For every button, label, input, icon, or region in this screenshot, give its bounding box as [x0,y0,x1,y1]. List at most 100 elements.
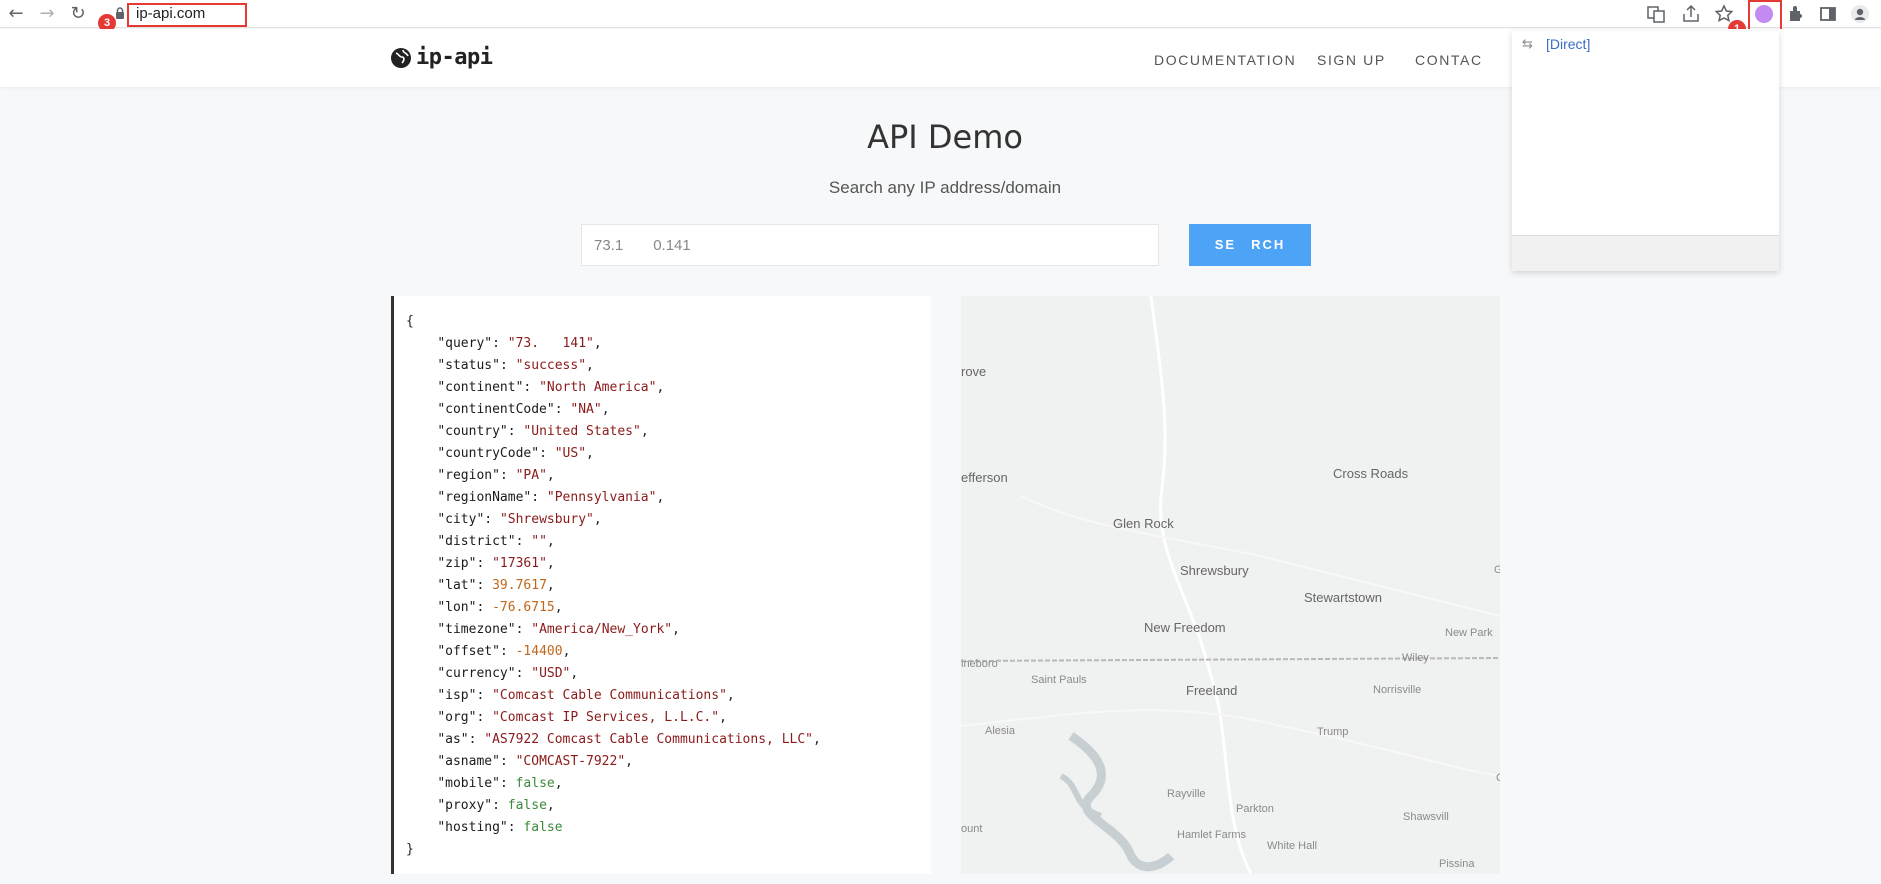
json-line: "continent": "North America", [437,380,665,395]
json-value: "COMCAST-7922" [515,754,626,769]
nav-documentation[interactable]: DOCUMENTATION [1154,52,1296,68]
map-terrain [961,296,1500,874]
map-label: New Freedom [1144,620,1226,635]
json-key: "continentCode" [437,402,555,417]
json-key: "zip" [437,556,477,571]
site-logo[interactable]: ip-api [390,45,493,70]
json-line: "isp": "Comcast Cable Communications", [437,688,735,703]
reload-icon[interactable]: ↻ [68,4,88,24]
map-label: White Hall [1267,840,1318,852]
json-key: "offset" [437,644,500,659]
json-key: "asname" [437,754,500,769]
json-line: "region": "PA", [437,468,555,483]
share-icon[interactable] [1680,3,1702,25]
map-label: Saint Pauls [1031,674,1087,686]
profile-avatar-icon[interactable] [1849,3,1871,25]
location-map[interactable]: rove efferson Cross Roads Glen Rock Shre… [961,296,1500,874]
popup-footer [1512,235,1779,271]
json-key: "query" [437,336,493,351]
translate-icon[interactable] [1645,3,1667,25]
json-value: "Comcast Cable Communications" [492,688,727,703]
json-key: "country" [437,424,508,439]
json-value: "Shrewsbury" [499,512,594,527]
json-value: "America/New_York" [531,622,673,637]
json-value: -14400 [515,644,563,659]
map-label: Alesia [985,725,1015,737]
search-button[interactable]: SE RCH [1189,224,1311,266]
json-value: "USD" [531,666,571,681]
json-line: "countryCode": "US", [437,446,594,461]
map-label: Rayville [1167,788,1206,800]
json-value: "Comcast IP Services, L.L.C." [492,710,720,725]
json-value: "AS7922 Comcast Cable Communications, LL… [484,732,814,747]
json-open-brace: { [406,314,414,329]
json-key: "isp" [437,688,477,703]
logo-text: ip-api [416,45,493,70]
json-line: "district": "", [437,534,555,549]
map-label: Glen Rock [1113,516,1174,531]
json-value: false [507,798,547,813]
map-label: Freeland [1186,683,1238,698]
json-key: "lat" [437,578,477,593]
json-line: "offset": -14400, [437,644,571,659]
json-key: "timezone" [437,622,516,637]
json-key: "regionName" [437,490,532,505]
json-line: "country": "United States", [437,424,649,439]
map-label: Hamlet Farms [1177,829,1247,841]
map-label: Shrewsbury [1180,563,1249,578]
map-label: Shawsvill [1403,811,1449,823]
nav-contact[interactable]: CONTAC [1415,52,1483,68]
json-value: "PA" [515,468,547,483]
json-line: "as": "AS7922 Comcast Cable Communicatio… [437,732,821,747]
json-key: "status" [437,358,500,373]
map-label: New Park [1445,627,1493,639]
json-line: "zip": "17361", [437,556,555,571]
proxy-extension-icon[interactable] [1755,5,1773,23]
json-line: "regionName": "Pennsylvania", [437,490,665,505]
side-panel-icon[interactable] [1817,3,1839,25]
json-value: "United States" [523,424,641,439]
map-label: ineboro [961,658,998,670]
json-key: "org" [437,710,477,725]
map-label: Norrisville [1373,684,1422,696]
json-value: false [515,776,555,791]
proxy-extension-popup: ⇆ [Direct] [1512,31,1779,271]
json-close-brace: } [406,842,414,857]
map-label: Wiley [1402,652,1429,664]
json-value: "17361" [492,556,547,571]
forward-icon[interactable]: → [37,4,57,24]
browser-toolbar: ← → ↻ 3 ip-api.com 1 [0,0,1881,38]
json-value: 39.7617 [492,578,547,593]
swap-icon: ⇆ [1522,37,1533,52]
json-key: "region" [437,468,500,483]
json-line: "org": "Comcast IP Services, L.L.C.", [437,710,727,725]
json-key: "countryCode" [437,446,540,461]
back-icon[interactable]: ← [6,4,26,24]
map-label: Stewartstown [1304,590,1383,605]
json-line: "proxy": false, [437,798,555,813]
lock-icon[interactable] [113,6,127,20]
nav-sign-up[interactable]: SIGN UP [1317,52,1386,68]
map-label: Pissina [1439,858,1475,870]
json-key: "lon" [437,600,477,615]
extensions-puzzle-icon[interactable] [1785,3,1807,25]
json-value: "" [531,534,547,549]
json-value: "North America" [539,380,657,395]
json-value: false [523,820,563,835]
map-label: efferson [961,470,1008,485]
map-label: Cross Roads [1333,466,1409,481]
json-line: "hosting": false [437,820,563,835]
json-key: "proxy" [437,798,493,813]
map-label: ount [961,823,983,835]
json-key: "currency" [437,666,516,681]
json-key: "city" [437,512,485,527]
json-line: "timezone": "America/New_York", [437,622,680,637]
json-value: "success" [515,358,587,373]
address-bar[interactable]: ip-api.com [136,5,205,22]
map-label: C [1496,772,1500,784]
proxy-option-direct[interactable]: [Direct] [1546,36,1590,52]
json-value: "US" [554,446,587,461]
json-line: "city": "Shrewsbury", [437,512,602,527]
ip-search-input[interactable] [581,224,1159,266]
json-line: "continentCode": "NA", [437,402,610,417]
